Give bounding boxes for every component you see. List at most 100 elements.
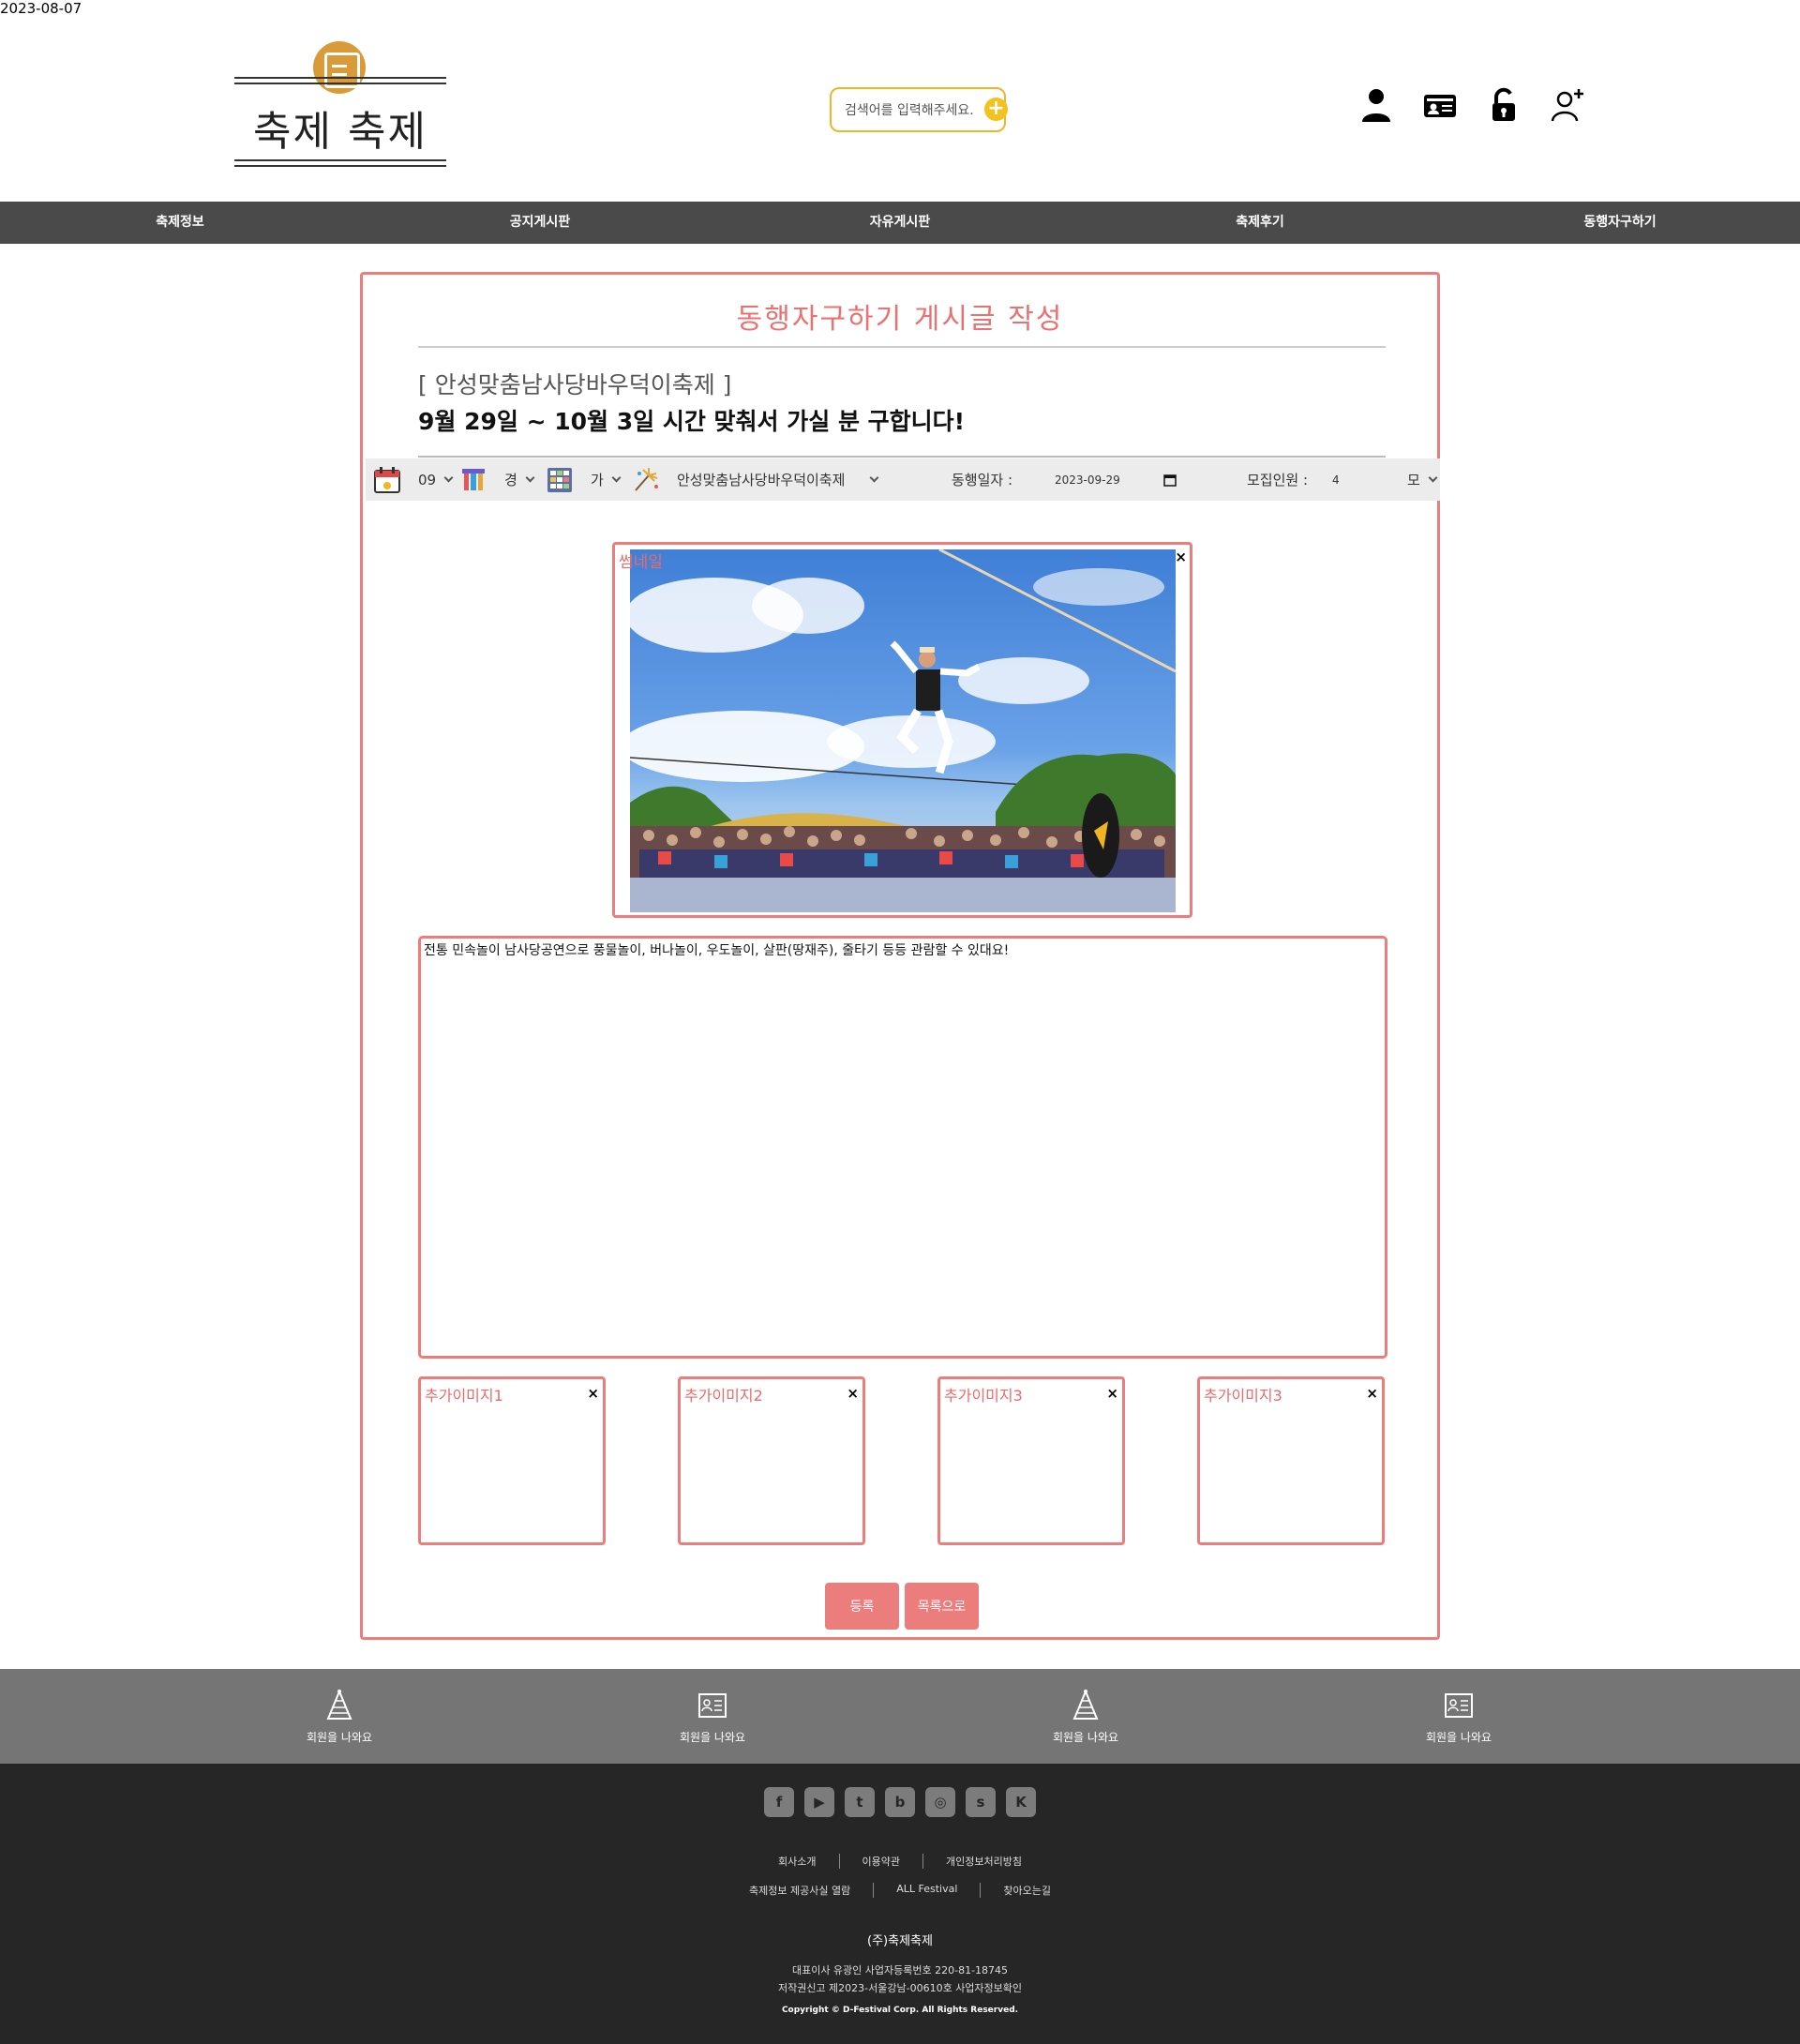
extra-image-upload-3[interactable]: 추가이미지3 × <box>938 1376 1125 1545</box>
footer-link-privacy[interactable]: 개인정보처리방침 <box>922 1854 1044 1869</box>
festival-label: [ 안성맞춤남사당바우덕이축제 ] <box>418 371 732 398</box>
twitter-icon[interactable]: t <box>845 1787 875 1817</box>
thumbnail-upload[interactable]: 썸네일 × <box>612 542 1192 918</box>
id-card-icon <box>1384 1688 1534 1723</box>
region-select[interactable]: 경 <box>459 458 535 501</box>
category-select[interactable]: 가 <box>546 458 622 501</box>
instagram-icon[interactable]: ◎ <box>925 1787 955 1817</box>
user-icon[interactable] <box>1359 86 1393 124</box>
id-card-icon[interactable] <box>1423 86 1457 124</box>
nav-item-festival-review[interactable]: 축제후기 <box>1236 202 1284 244</box>
blog-icon[interactable]: b <box>885 1787 915 1817</box>
kakao-channel-icon[interactable]: K <box>1006 1787 1036 1817</box>
extra-image-label: 추가이미지3 <box>944 1387 1023 1405</box>
close-icon[interactable]: × <box>1175 549 1187 565</box>
people-input[interactable]: 4 <box>1332 458 1340 501</box>
date-input-value: 2023-09-29 <box>1055 473 1120 487</box>
chevron-down-icon <box>611 473 622 483</box>
extra-select-value: 모 <box>1407 472 1420 488</box>
page-title: 동행자구하기 게시글 작성 <box>736 303 1064 336</box>
calendar-icon <box>374 466 400 493</box>
footer-quick-link-label: 회원을 나와요 <box>306 1731 373 1744</box>
party-hat-icon <box>264 1688 414 1723</box>
divider <box>418 346 1386 348</box>
extra-image-label: 추가이미지2 <box>684 1387 763 1405</box>
lantern-icon <box>462 468 485 490</box>
chevron-down-icon <box>1428 473 1438 483</box>
search-input[interactable]: 검색어를 입력해주세요. <box>830 87 1006 132</box>
footer-quick-link[interactable]: 회원을 나와요 <box>1011 1688 1161 1745</box>
thumbnail-label: 썸네일 <box>619 553 663 572</box>
kakao-story-icon[interactable]: s <box>966 1787 996 1817</box>
footer: f ▶ t b ◎ s K 회사소개 이용약관 개인정보처리방침 축제정보 제공… <box>0 1764 1800 2044</box>
date-stamp: 2023-08-07 <box>0 0 82 17</box>
logo-rule <box>234 159 446 161</box>
footer-link-terms[interactable]: 이용약관 <box>838 1854 922 1869</box>
search-plus-icon[interactable]: + <box>984 98 1008 121</box>
logo-rule <box>234 77 446 79</box>
nav-item-festival-info[interactable]: 축제정보 <box>156 202 204 244</box>
thumbnail-image <box>630 549 1176 912</box>
footer-quick-link-label: 회원을 나와요 <box>1425 1731 1492 1744</box>
content-textarea[interactable]: 전통 민속놀이 남사당공연으로 풍물놀이, 버나놀이, 우도놀이, 살판(땅재주… <box>418 936 1388 1359</box>
submit-button[interactable]: 등록 <box>825 1583 899 1630</box>
close-icon[interactable]: × <box>1106 1385 1118 1402</box>
footer-links-row: 회사소개 이용약관 개인정보처리방침 <box>0 1854 1800 1869</box>
nav-item-companion[interactable]: 동행자구하기 <box>1583 202 1656 244</box>
footer-quick-link[interactable]: 회원을 나와요 <box>1384 1688 1534 1745</box>
footer-quick-links: 회원을 나와요 회원을 나와요 회원을 나와요 회원을 나와요 <box>0 1669 1800 1764</box>
footer-link-about[interactable]: 회사소개 <box>756 1854 838 1869</box>
footer-links-row: 축제정보 제공사실 열람 ALL Festival 찾아오는길 <box>0 1883 1800 1898</box>
social-links: f ▶ t b ◎ s K <box>764 1787 1036 1817</box>
date-label: 동행일자 : <box>952 472 1013 488</box>
site-logo[interactable]: 축제 축제 <box>234 39 450 169</box>
people-label: 모집인원 : <box>1247 472 1309 488</box>
back-to-list-button[interactable]: 목록으로 <box>905 1583 979 1630</box>
company-name: (주)축제축제 <box>867 1934 933 1948</box>
region-select-value: 경 <box>504 472 518 488</box>
calendar-picker-icon[interactable] <box>1163 473 1177 487</box>
add-user-icon[interactable] <box>1551 86 1584 124</box>
footer-quick-link[interactable]: 회원을 나와요 <box>638 1688 788 1745</box>
chevron-down-icon <box>869 473 879 483</box>
user-menu <box>1359 86 1584 124</box>
unlock-icon[interactable] <box>1487 86 1521 124</box>
chevron-down-icon <box>443 473 454 483</box>
footer-link-all-festival[interactable]: ALL Festival <box>873 1883 980 1898</box>
post-title-input[interactable]: 9월 29일 ~ 10월 3일 시간 맞춰서 가실 분 구합니다! <box>418 403 965 437</box>
close-icon[interactable]: × <box>1366 1385 1378 1402</box>
extra-image-upload-2[interactable]: 추가이미지2 × <box>678 1376 865 1545</box>
extra-image-upload-1[interactable]: 추가이미지1 × <box>418 1376 606 1545</box>
company-info: 저작권신고 제2023-서울강남-00610호 사업자정보확인 <box>777 1982 1023 1994</box>
filter-toolbar: 09 경 가 안성맞춤남사당바우덕이축제 동행일자 : 2023-09-29 모… <box>366 458 1440 501</box>
id-card-icon <box>638 1688 788 1723</box>
close-icon[interactable]: × <box>847 1385 859 1402</box>
footer-link-info-disclosure[interactable]: 축제정보 제공사실 열람 <box>727 1883 873 1898</box>
month-select[interactable]: 09 <box>373 458 454 501</box>
extra-select[interactable]: 모 <box>1407 458 1438 501</box>
nav-item-notice-board[interactable]: 공지게시판 <box>510 202 570 244</box>
logo-text: 축제 축제 <box>253 108 428 156</box>
footer-quick-link-label: 회원을 나와요 <box>679 1731 746 1744</box>
chevron-down-icon <box>525 473 535 483</box>
main-nav: 축제정보 공지게시판 자유게시판 축제후기 동행자구하기 <box>0 202 1800 244</box>
extra-image-label: 추가이미지1 <box>425 1387 503 1405</box>
facebook-icon[interactable]: f <box>764 1787 794 1817</box>
fireworks-icon <box>635 467 658 491</box>
festival-select-value: 안성맞춤남사당바우덕이축제 <box>677 472 846 488</box>
footer-quick-link[interactable]: 회원을 나와요 <box>264 1688 414 1745</box>
logo-rule <box>234 83 446 84</box>
divider <box>418 456 1386 458</box>
extra-image-upload-4[interactable]: 추가이미지3 × <box>1197 1376 1385 1545</box>
company-info: 대표이사 유광인 사업자등록번호 220-81-18745 <box>791 1964 1009 1976</box>
month-select-value: 09 <box>418 471 437 488</box>
date-input[interactable]: 2023-09-29 <box>1055 458 1177 501</box>
close-icon[interactable]: × <box>587 1385 599 1402</box>
grid-icon <box>548 467 572 492</box>
copyright: Copyright © D-Festival Corp. All Rights … <box>781 2006 1019 2015</box>
footer-quick-link-label: 회원을 나와요 <box>1052 1731 1119 1744</box>
youtube-icon[interactable]: ▶ <box>804 1787 834 1817</box>
nav-item-free-board[interactable]: 자유게시판 <box>870 202 930 244</box>
festival-select[interactable]: 안성맞춤남사당바우덕이축제 <box>632 458 879 501</box>
footer-link-directions[interactable]: 찾아오는길 <box>980 1883 1073 1898</box>
